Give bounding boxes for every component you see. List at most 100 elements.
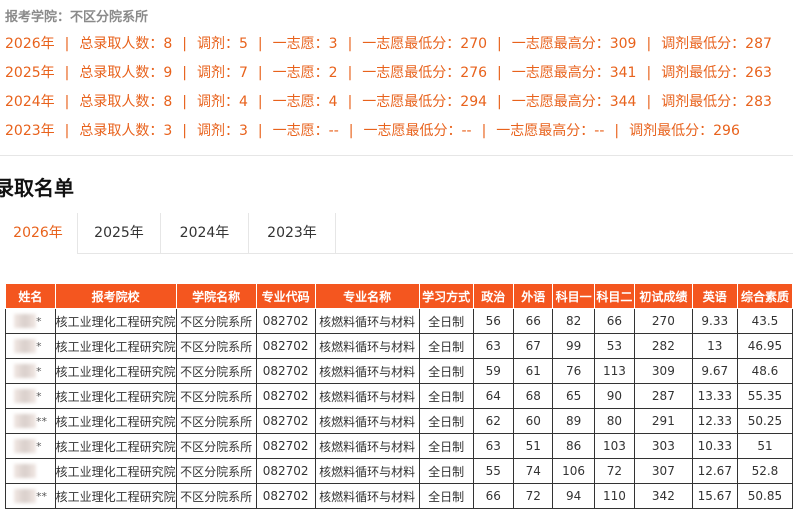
admission-stats: 2026年 | 总录取人数：8 | 调剂：5 | 一志愿：3 | 一志愿最低分：270 | 一志愿最… [5,34,793,150]
stats-separator: | [646,65,652,81]
stats-separator: | [347,94,353,110]
stat-first-choice: 一志愿：-- [272,123,339,139]
table-cell: 082702 [255,433,316,459]
table-cell: 全日制 [418,433,474,459]
table-cell: 270 [634,308,693,334]
stats-separator: | [497,36,502,52]
table-cell: 86 [552,433,595,459]
stats-separator: | [497,65,502,81]
table-cell: 不区分院系所 [175,433,257,459]
redacted-name [14,489,36,504]
student-name-cell: ** [5,408,56,434]
stat-first-max: 一志愿最高分：309 [511,36,637,52]
table-cell: 342 [634,483,693,509]
table-cell: 核工业理化工程研究院 [54,433,177,459]
table-cell: 核燃料循环与材料 [314,308,420,334]
student-name-cell: * [5,433,56,459]
redacted-name [14,314,36,329]
table-cell: 全日制 [418,408,474,434]
stats-separator: | [257,65,263,81]
table-cell: 082702 [255,333,316,359]
table-cell: 082702 [255,383,316,409]
table-cell: 90 [593,383,636,409]
stats-row: 2026年 | 总录取人数：8 | 调剂：5 | 一志愿：3 | 一志愿最低分：270 | 一志愿最… [5,34,793,63]
stat-first-min: 一志愿最低分：276 [362,65,488,81]
tab-2026[interactable]: 2026年 [0,213,78,254]
table-cell: 106 [552,458,595,484]
table-cell: 74 [512,458,554,484]
stat-first-max: 一志愿最高分：-- [496,123,605,139]
table-cell: 全日制 [418,333,474,359]
table-cell: 66 [512,308,554,334]
table-cell: 61 [512,358,554,384]
tab-2024[interactable]: 2024年 [161,213,249,253]
stat-first-min: 一志愿最低分：270 [362,36,488,52]
stat-adjust-min: 调剂最低分：263 [661,65,772,81]
stat-first-choice: 一志愿：4 [272,94,338,110]
redacted-name [14,464,36,479]
name-mask: ** [36,414,47,428]
table-cell: 不区分院系所 [175,408,257,434]
table-cell: 103 [593,433,636,459]
table-cell: 10.33 [691,433,738,459]
table-cell: 核工业理化工程研究院 [54,458,177,484]
table-cell: 60 [512,408,554,434]
column-header: 学院名称 [175,283,257,309]
table-cell: 不区分院系所 [175,483,257,509]
table-cell: 15.67 [691,483,738,509]
table-cell: 082702 [255,408,316,434]
table-cell: 76 [552,358,595,384]
table-cell: 66 [472,483,514,509]
stats-separator: | [646,94,652,110]
college-label: 报考学院： [5,10,71,25]
stats-separator: | [481,123,487,139]
student-name-cell [5,458,56,484]
table-cell: 13.33 [691,383,738,409]
stats-separator: | [257,36,263,52]
year-tabs: 2026年 2025年 2024年 2023年 [0,213,793,254]
table-cell: 不区分院系所 [175,308,257,334]
stats-separator: | [497,94,502,110]
stats-separator: | [182,94,187,110]
stats-separator: | [347,36,353,52]
table-cell: 核燃料循环与材料 [314,408,420,434]
table-cell: 核燃料循环与材料 [314,433,420,459]
column-header: 综合素质 [736,283,793,309]
stat-adjust: 调剂：5 [197,36,248,52]
student-name-cell: * [5,383,56,409]
table-cell: 9.33 [691,308,738,334]
stats-separator: | [348,123,354,139]
table-cell: 53 [593,333,636,359]
table-cell: 282 [634,333,693,359]
name-mask: ** [36,489,47,503]
table-cell: 66 [593,308,636,334]
table-cell: 全日制 [418,383,474,409]
table-cell: 12.67 [691,458,738,484]
stats-separator: | [347,65,353,81]
table-row: * 核工业理化工程研究院 不区分院系所 082702 核燃料循环与材料 全日制 56 66 82… [5,308,793,334]
stats-row: 2023年 | 总录取人数：3 | 调剂：3 | 一志愿：-- | 一志愿最低分：-- | 一志愿最… [5,121,793,150]
table-cell: 082702 [255,458,316,484]
table-cell: 67 [512,333,554,359]
stat-total: 总录取人数：8 [79,36,173,52]
table-cell: 63 [472,333,514,359]
table-cell: 46.95 [736,333,793,359]
table-row: * 核工业理化工程研究院 不区分院系所 082702 核燃料循环与材料 全日制 64 68 65… [5,383,793,409]
stats-separator: | [257,94,263,110]
stat-adjust: 调剂：7 [197,65,248,81]
tab-2025[interactable]: 2025年 [78,213,161,253]
table-cell: 核工业理化工程研究院 [54,483,177,509]
name-mask: * [36,364,42,378]
table-cell: 082702 [255,358,316,384]
table-cell: 307 [634,458,693,484]
table-cell: 核燃料循环与材料 [314,458,420,484]
table-cell: 核工业理化工程研究院 [54,308,177,334]
stats-separator: | [646,36,652,52]
table-cell: 不区分院系所 [175,383,257,409]
stat-first-min: 一志愿最低分：-- [363,123,472,139]
stat-year: 2026年 [5,36,55,52]
stats-separator: | [64,123,70,139]
tab-2023[interactable]: 2023年 [249,213,336,253]
table-cell: 51 [736,433,793,459]
stat-year: 2024年 [5,94,55,110]
